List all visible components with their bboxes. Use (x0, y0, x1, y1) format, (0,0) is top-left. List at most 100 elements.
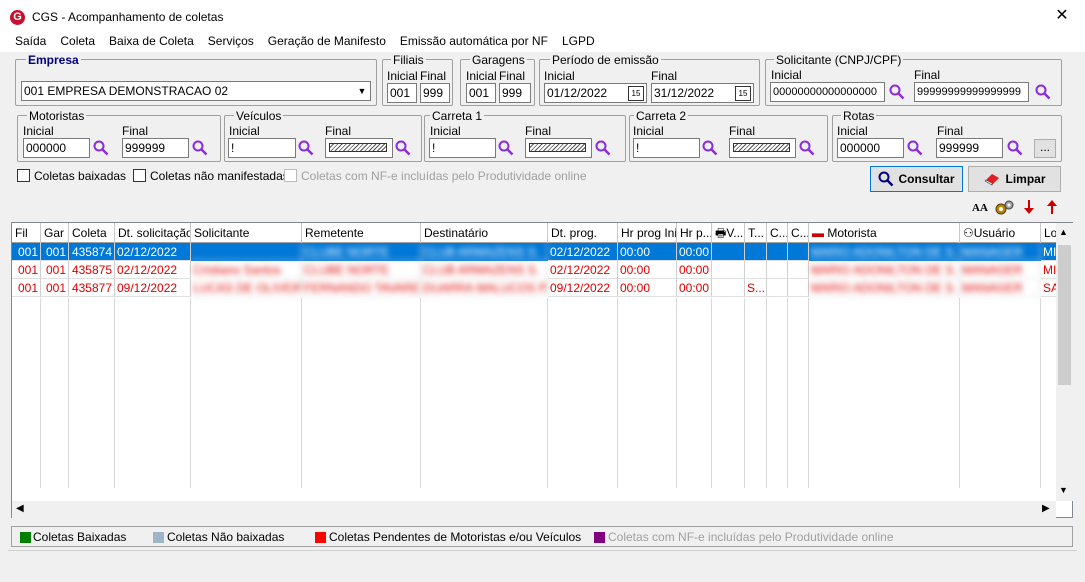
col-fil[interactable]: Fil (12, 223, 41, 243)
veiculos-final-label: Final (325, 124, 352, 138)
col-hr-p[interactable]: Hr p... (677, 223, 712, 243)
search-icon[interactable] (799, 140, 815, 156)
col-dt-prog[interactable]: Dt. prog. (548, 223, 618, 243)
menu-geracao-manifesto[interactable]: Geração de Manifesto (268, 32, 393, 52)
col-coleta[interactable]: Coleta (69, 223, 115, 243)
filiais-final-input[interactable]: 999 (420, 83, 450, 103)
scroll-right-icon[interactable]: ▶ (1042, 503, 1050, 514)
carreta1-inicial-label: Inicial (430, 124, 461, 138)
scroll-up-icon[interactable]: ▲ (1059, 227, 1068, 237)
gears-icon[interactable] (994, 199, 1016, 217)
menu-coleta[interactable]: Coleta (60, 32, 102, 52)
scroll-left-icon[interactable]: ◀ (16, 503, 24, 514)
motoristas-inicial-input[interactable]: 000000 (23, 138, 90, 158)
horizontal-scrollbar[interactable]: ◀ ▶ (12, 501, 1056, 518)
carreta1-final-input[interactable] (525, 138, 592, 158)
search-icon[interactable] (498, 140, 514, 156)
empresa-select[interactable]: 001 EMPRESA DEMONSTRACAO 02 (21, 81, 371, 101)
col-hr-prog-ini[interactable]: Hr prog Ini (618, 223, 677, 243)
font-size-icon[interactable]: AA (972, 202, 988, 214)
motoristas-final-label: Final (122, 124, 149, 138)
solicitante-inicial-label: Inicial (771, 68, 802, 82)
col-lo[interactable]: Lo (1041, 223, 1056, 243)
veiculos-final-input[interactable] (325, 138, 393, 158)
limpar-button[interactable]: Limpar (968, 166, 1061, 192)
cell-v (712, 279, 745, 297)
vertical-scrollbar[interactable]: ▲ ▼ (1056, 223, 1073, 501)
col-dt-solicitacao[interactable]: Dt. solicitação (115, 223, 191, 243)
filiais-inicial-label: Inicial (387, 69, 418, 83)
garagens-inicial-input[interactable]: 001 (466, 83, 496, 103)
carreta2-legend: Carreta 2 (634, 109, 689, 123)
table-row[interactable]: 001 001 435875 02/12/2022 Cristiano Sant… (12, 261, 1056, 279)
veiculos-legend: Veículos (234, 109, 284, 123)
search-icon[interactable] (595, 140, 611, 156)
col-t[interactable]: T... (745, 223, 767, 243)
veiculos-inicial-input[interactable]: ! (228, 138, 296, 158)
col-c1[interactable]: C... (767, 223, 788, 243)
menu-servicos[interactable]: Serviços (208, 32, 261, 52)
chevron-down-icon[interactable]: ▼ (354, 82, 370, 100)
col-c2[interactable]: C... (788, 223, 809, 243)
app-logo-icon: G (10, 10, 25, 25)
periodo-legend: Período de emissão (550, 53, 661, 67)
nfe-checkbox[interactable] (284, 169, 297, 182)
cell-lo: MI (1041, 245, 1056, 261)
table-row[interactable]: 001 001 435877 09/12/2022 LUCAS DE OLIVE… (12, 279, 1056, 297)
rotas-final-label: Final (937, 124, 964, 138)
col-destinatario[interactable]: Destinatário (421, 223, 548, 243)
cell-t: S... (745, 279, 767, 297)
menu-saida[interactable]: Saída (15, 32, 53, 52)
menu-lgpd[interactable]: LGPD (562, 32, 602, 52)
scroll-thumb[interactable] (1058, 245, 1071, 385)
search-icon[interactable] (395, 140, 411, 156)
carreta2-inicial-label: Inicial (633, 124, 664, 138)
rotas-inicial-input[interactable]: 000000 (837, 138, 904, 158)
col-usuario[interactable]: ⚇Usuário (960, 223, 1041, 243)
calendar-icon[interactable]: 15 (628, 86, 644, 101)
carreta1-inicial-input[interactable]: ! (429, 138, 496, 158)
cell-hr-p: 00:00 (677, 279, 712, 297)
col-v[interactable]: 🖶V... (712, 223, 745, 243)
search-icon[interactable] (298, 140, 314, 156)
col-remetente[interactable]: Remetente (302, 223, 421, 243)
search-icon[interactable] (702, 140, 718, 156)
col-gar[interactable]: Gar (41, 223, 69, 243)
close-icon[interactable]: ✕ (1052, 6, 1072, 26)
menu-baixa-coleta[interactable]: Baixa de Coleta (109, 32, 201, 52)
truck-icon: ▬ (812, 226, 824, 240)
carreta2-final-input[interactable] (729, 138, 796, 158)
legend-swatch-pendentes (315, 532, 326, 543)
search-icon[interactable] (192, 140, 208, 156)
veiculos-inicial-label: Inicial (229, 124, 260, 138)
consultar-button[interactable]: Consultar (870, 166, 963, 192)
search-icon[interactable] (907, 140, 923, 156)
col-solicitante[interactable]: Solicitante (191, 223, 302, 243)
search-icon[interactable] (1007, 140, 1023, 156)
rotas-more-button[interactable]: ... (1034, 139, 1056, 158)
scroll-down-icon[interactable]: ▼ (1059, 485, 1068, 495)
search-icon[interactable] (1035, 84, 1051, 100)
solicitante-final-input[interactable]: 99999999999999999 (914, 82, 1029, 102)
legend-swatch-nfe (594, 532, 605, 543)
table-row[interactable]: 001 001 435874 02/12/2022 CLUBE NORTE CL… (12, 243, 1056, 261)
filiais-inicial-input[interactable]: 001 (387, 83, 417, 103)
cell-coleta: 435877 (69, 279, 115, 297)
motoristas-final-input[interactable]: 999999 (122, 138, 189, 158)
arrow-down-icon[interactable] (1023, 199, 1035, 215)
coletas-baixadas-checkbox[interactable] (17, 169, 30, 182)
rotas-final-input[interactable]: 999999 (936, 138, 1003, 158)
cell-t (745, 243, 767, 261)
garagens-final-input[interactable]: 999 (499, 83, 531, 103)
search-icon[interactable] (889, 84, 905, 100)
search-icon[interactable] (93, 140, 109, 156)
nao-manifestadas-checkbox[interactable] (133, 169, 146, 182)
carreta2-inicial-input[interactable]: ! (633, 138, 700, 158)
cell-solicitante: Cristiano Santos (191, 261, 302, 279)
calendar-icon[interactable]: 15 (735, 86, 751, 101)
menu-emissao-automatica[interactable]: Emissão automática por NF (400, 32, 555, 52)
solicitante-inicial-input[interactable]: 00000000000000000 (770, 82, 885, 102)
arrow-up-icon[interactable] (1046, 199, 1058, 215)
coletas-grid: Fil Gar Coleta Dt. solicitação Solicitan… (11, 222, 1073, 518)
col-motorista[interactable]: ▬ Motorista (809, 223, 960, 243)
